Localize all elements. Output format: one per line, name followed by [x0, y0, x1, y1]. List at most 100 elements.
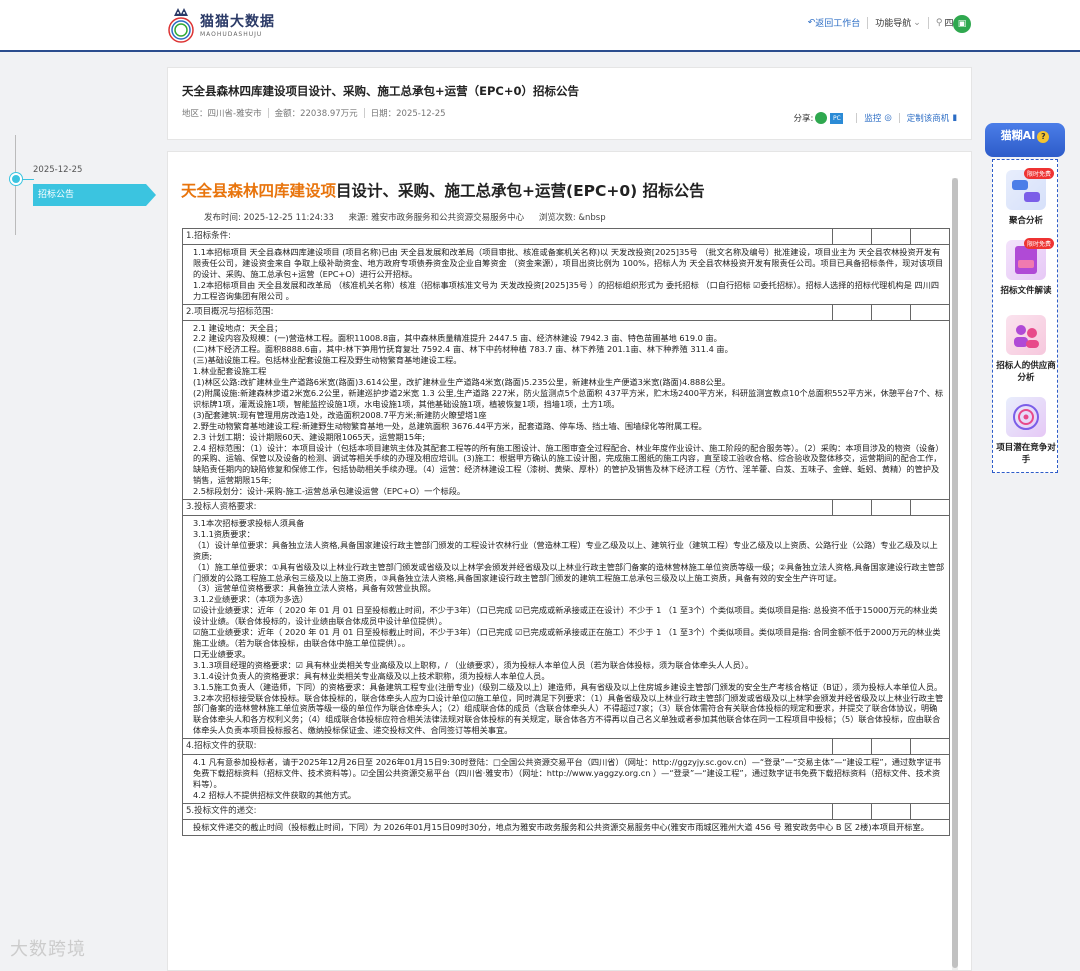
back-to-workbench-link[interactable]: 返回工作台 — [815, 16, 860, 29]
customize-link[interactable]: 定制该商机 — [907, 112, 950, 124]
section-row: 4.招标文件的获取: 4.1 凡有意参加投标者，请于2025年12月26日至 20… — [182, 738, 950, 803]
monitor-link[interactable]: 监控 — [864, 112, 881, 124]
empty-cells — [832, 304, 949, 320]
message-button[interactable]: ▣ — [953, 15, 971, 33]
title-meta: 地区：四川省-雅安市 金额：22038.97万元 日期：2025-12-25 — [182, 107, 446, 119]
ai-title: 猫糊AI — [1000, 129, 1036, 142]
section-paragraph: 2.4 招标范围：（1）设计：本项目设计（包括本项目建筑主体及其配套工程等的所有… — [193, 442, 944, 486]
wechat-icon[interactable] — [815, 112, 828, 124]
document-panel: 天全县森林四库建设项目设计、采购、施工总承包+运营(EPC+0) 招标公告 发布… — [167, 151, 972, 971]
ai-panel-header[interactable]: 猫糊AI? — [985, 123, 1065, 157]
amount-text: 金额：22038.97万元 — [274, 109, 358, 119]
document-icon: 限时免费 — [1006, 238, 1054, 280]
function-nav-dropdown[interactable]: 功能导航 — [875, 16, 911, 29]
section-paragraph: 1.1本招标项目 天全县森林四库建设项目 (项目名称)已由 天全县发展和改革局（… — [193, 247, 944, 279]
section-body: 2.1 建设地点：天全县； 2.2 建设内容及规模：(一)营造林工程。面积1100… — [183, 319, 949, 500]
divider — [267, 108, 269, 118]
section-row: 1.招标条件: 1.1本招标项目 天全县森林四库建设项目 (项目名称)已由 天全县… — [182, 228, 950, 304]
views: 浏览次数: &nbsp — [538, 213, 606, 223]
section-heading: 5.投标文件的递交: — [183, 803, 949, 819]
section-heading-text: 3.投标人资格要求: — [186, 502, 257, 513]
section-paragraph: 2.2 建设内容及规模：(一)营造林工程。面积11008.8亩，其中森林质量精准… — [193, 333, 722, 344]
document-meta: 发布时间: 2025-12-25 11:24:33 来源: 雅安市政务服务和公共… — [204, 211, 618, 223]
divider — [867, 16, 869, 29]
ai-panel: 猫糊AI? 限时免费 聚合分析 限时免费 招标文件解读 招标人的供应商分析 项目… — [985, 123, 1065, 473]
scrollbar-thumb[interactable] — [952, 178, 958, 968]
region-text: 地区：四川省-雅安市 — [182, 109, 262, 119]
timeline-line — [15, 135, 16, 235]
divider — [898, 113, 900, 123]
target-icon — [1006, 397, 1046, 437]
section-paragraph: 3.1本次招标要求投标人须具备 — [193, 518, 305, 529]
section-paragraph: 2.5标段划分：设计-采购-施工-运营总承包建设运营（EPC+O）一个标段。 — [193, 486, 466, 497]
title-highlight: 天全县森林四库建设项 — [181, 182, 337, 200]
section-heading-text: 2.项目概况与招标范围: — [186, 306, 274, 317]
section-paragraph: 2.3 计划工期：设计期限60天、建设期限1065天，运营期15年; — [193, 431, 425, 442]
chevron-down-icon: ⌄ — [913, 17, 921, 28]
users-icon — [1006, 315, 1046, 355]
section-heading: 1.招标条件: — [183, 229, 949, 244]
empty-cell — [910, 803, 949, 819]
empty-cells — [832, 739, 949, 755]
empty-cell — [832, 739, 871, 755]
empty-cells — [832, 803, 949, 819]
document-title: 天全县森林四库建设项目设计、采购、施工总承包+运营(EPC+0) 招标公告 — [181, 179, 705, 201]
logo-icon — [168, 8, 194, 43]
section-paragraph: 3.1.2业绩要求：（本项为多选） — [193, 594, 308, 605]
empty-cell — [910, 500, 949, 516]
empty-cell — [910, 739, 949, 755]
divider — [927, 16, 929, 29]
timeline-tab-tender-notice[interactable]: 招标公告 — [33, 184, 156, 206]
free-badge: 限时免费 — [1023, 168, 1054, 179]
section-paragraph: （3）运营单位资格要求：具备独立法人资格，具备有效营业执照。 — [193, 583, 436, 594]
share-bar: 分享: PC 监控 ◎ 定制该商机 ▮ — [793, 112, 957, 124]
timeline-dot — [10, 173, 22, 185]
timeline-connector — [22, 179, 34, 180]
logo-subtext: MAOHUDASHUJU — [200, 30, 263, 38]
section-paragraph: (三)基础设施工程。包括林业配套设施工程及野生动物繁育基地建设工程。 — [193, 355, 462, 366]
scrollbar[interactable] — [952, 178, 958, 970]
divider — [856, 113, 858, 123]
section-paragraph: 2.1 建设地点：天全县； — [193, 322, 283, 333]
section-paragraph: ☑施工业绩要求：近年（ 2020 年 01 月 01 日至投标截止时间，不少于3… — [193, 627, 941, 648]
bookmark-icon: ▮ — [952, 113, 957, 123]
ai-item-aggregate-analysis[interactable]: 限时免费 聚合分析 — [993, 168, 1059, 226]
section-paragraph: 3.1.5施工负责人（建造师，下同）的资格要求：具备建筑工程专业(注册专业)（级… — [193, 681, 943, 692]
section-heading-text: 4.招标文件的获取: — [186, 741, 257, 752]
publish-time: 发布时间: 2025-12-25 11:24:33 — [204, 213, 334, 223]
page-title: 天全县森林四库建设项目设计、采购、施工总承包+运营（EPC+0）招标公告 — [182, 84, 579, 98]
section-paragraph: 3.1.4设计负责人的资格要求：具有林业类相关专业高级及以上技术职称，须为投标人… — [193, 670, 550, 681]
section-body: 4.1 凡有意参加投标者，请于2025年12月26日至 2026年01月15日9… — [183, 754, 949, 803]
title-rest: 目设计、采购、施工总承包+运营(EPC+0) 招标公告 — [336, 182, 705, 200]
ai-item-supplier-analysis[interactable]: 招标人的供应商分析 — [993, 315, 1059, 383]
empty-cell — [832, 229, 871, 244]
section-paragraph: 3.2本次招标接受联合体投标。联合体投标的，联合体牵头人应为口设计单位☑施工单位… — [193, 692, 944, 736]
section-paragraph: (3)配套建筑:现有管理用房改造1处，改造面积2008.7平方米;新建防火瞭望塔… — [193, 409, 487, 420]
empty-cell — [832, 500, 871, 516]
section-paragraph: 投标文件递交的截止时间（投标截止时间，下同）为 2026年01月15日09时30… — [193, 821, 929, 832]
logo-text: 猫猫大数据 — [200, 13, 275, 30]
section-paragraph: 2.野生动物繁育基地建设工程:新建野生动物繁育基地一处，总建筑面积 3676.4… — [193, 420, 707, 431]
empty-cell — [910, 304, 949, 320]
logo[interactable]: 猫猫大数据 MAOHUDASHUJU — [166, 4, 275, 44]
ai-item-label: 招标人的供应商分析 — [996, 361, 1056, 383]
monitor-icon: ◎ — [884, 113, 892, 123]
empty-cell — [871, 739, 910, 755]
section-paragraph: （1）施工单位要求：①具有省级及以上林业行政主管部门颁发或省级及以上林学会颁发并… — [193, 561, 945, 583]
date-text: 日期：2025-12-25 — [370, 109, 446, 119]
help-icon[interactable]: ? — [1037, 131, 1050, 143]
section-paragraph: (1)林区公路:改扩建林业生产道路6米宽(路面)3.614公里，改扩建林业生产道… — [193, 377, 731, 388]
title-card: 天全县森林四库建设项目设计、采购、施工总承包+运营（EPC+0）招标公告 地区：… — [167, 67, 972, 140]
ai-item-tender-doc-interpret[interactable]: 限时免费 招标文件解读 — [993, 238, 1059, 296]
chart-icon: 限时免费 — [1006, 168, 1054, 210]
ai-item-potential-competitors[interactable]: 项目潜在竞争对手 — [993, 397, 1059, 465]
pc-icon[interactable]: PC — [830, 112, 844, 124]
section-paragraph: 4.2 招标人不提供招标文件获取的其他方式。 — [193, 789, 356, 800]
empty-cells — [832, 500, 949, 516]
section-body: 3.1本次招标要求投标人须具备 3.1.1资质要求： （1）设计单位要求：具备独立法… — [183, 515, 949, 738]
section-row: 5.投标文件的递交: 投标文件递交的截止时间（投标截止时间，下同）为 2026年0… — [182, 802, 950, 836]
section-heading-text: 1.招标条件: — [186, 231, 231, 241]
timeline-date: 2025-12-25 — [33, 165, 83, 175]
empty-cell — [871, 500, 910, 516]
location-pin-icon: ⚲ — [935, 17, 943, 28]
